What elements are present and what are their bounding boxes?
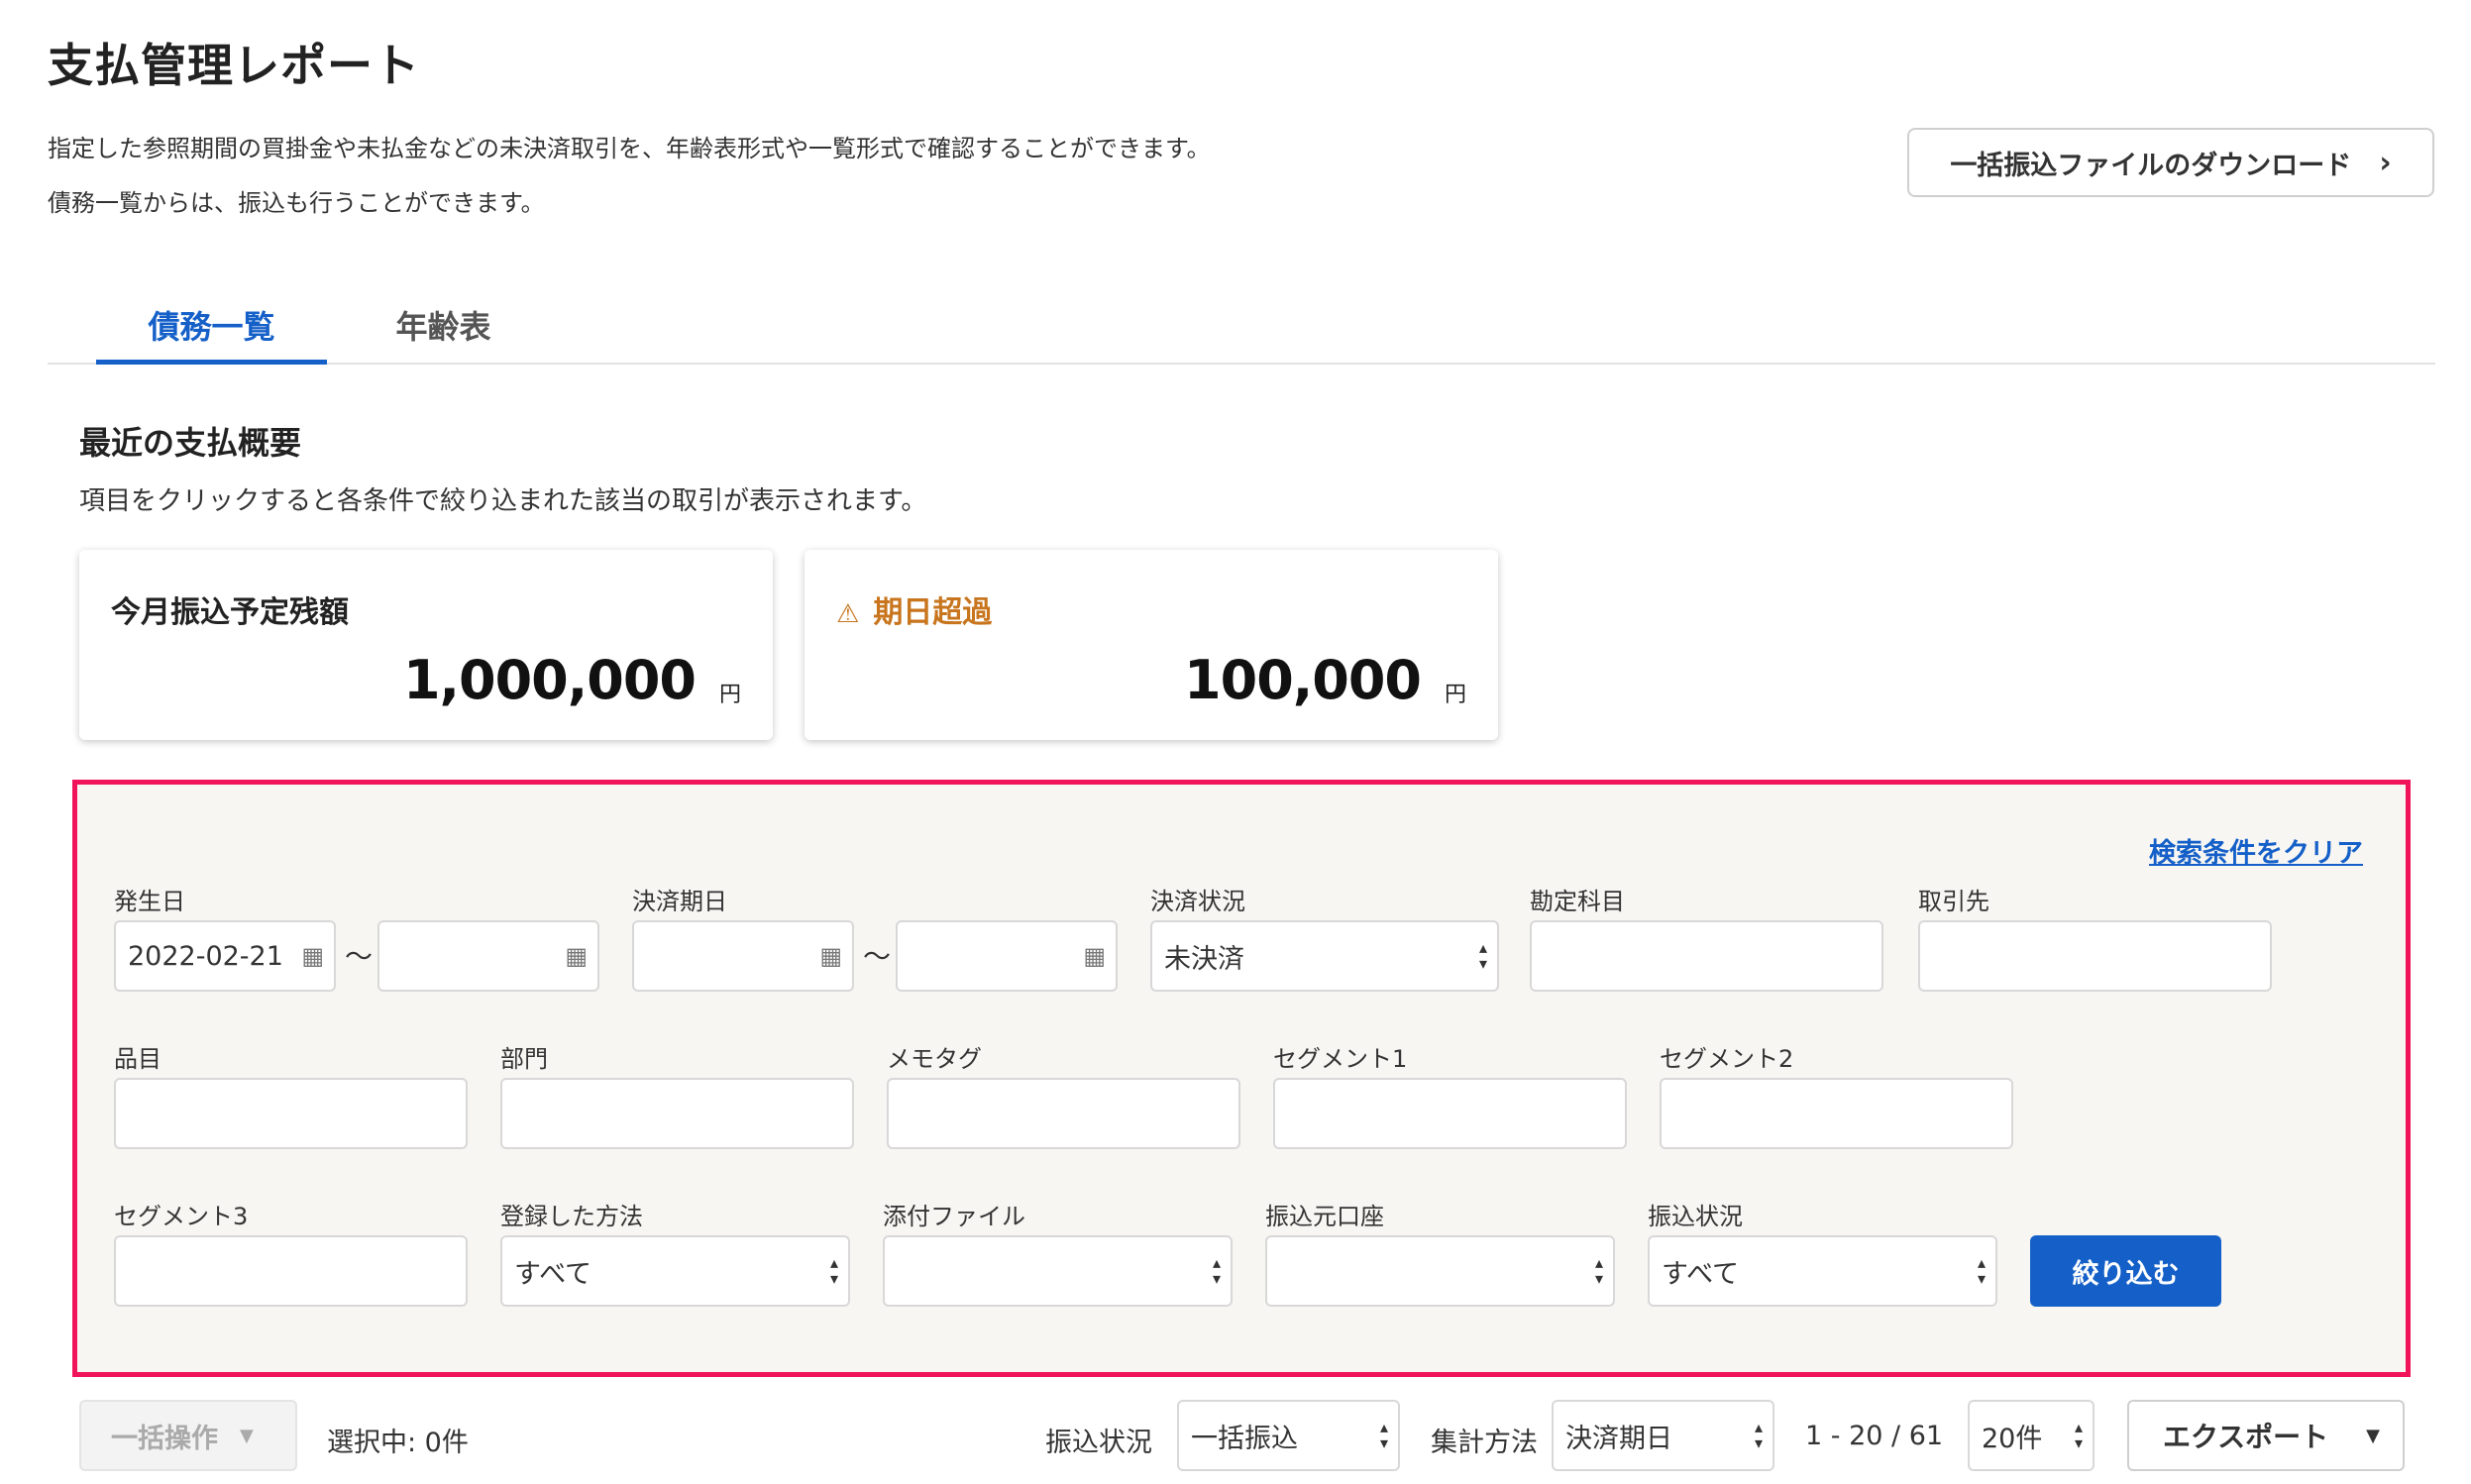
source-account-label: 振込元口座 [1265,1203,1384,1230]
calendar-icon: ▦ [565,942,588,970]
registration-method-label: 登録した方法 [500,1203,643,1230]
summary-card-overdue[interactable]: ⚠ 期日超過 100,000 円 [805,550,1498,740]
card-unit: 円 [1444,683,1466,707]
download-button-label: 一括振込ファイルのダウンロード [1950,150,2352,181]
segment1-input[interactable] [1273,1078,1627,1149]
attachment-select[interactable]: ▴ ▾ [883,1235,1233,1307]
settlement-status-label: 決済状況 [1150,888,1245,915]
bulk-action-button[interactable]: 一括操作 ▼ [79,1400,297,1471]
tab-debt-list[interactable]: 債務一覧 [96,302,327,348]
export-button[interactable]: エクスポート ▼ [2127,1400,2405,1471]
transfer-status-toolbar-select[interactable]: 一括振込 ▴ ▾ [1177,1400,1400,1471]
range-separator: 〜 [863,940,892,973]
item-input[interactable] [114,1078,468,1149]
tab-divider [48,363,2435,365]
due-date-label: 決済期日 [632,888,727,915]
select-arrows-icon: ▴ ▾ [1754,1418,1763,1452]
transfer-status-filter-label: 振込状況 [1045,1428,1152,1458]
memo-tag-label: メモタグ [887,1045,982,1073]
filter-panel: 検索条件をクリア 発生日 決済期日 決済状況 勘定科目 取引先 2022-02-… [72,780,2411,1377]
segment1-label: セグメント1 [1273,1045,1408,1073]
department-input[interactable] [500,1078,854,1149]
tab-aging[interactable]: 年齢表 [367,302,520,348]
pagination-info: 1 - 20 / 61 [1805,1421,1944,1451]
department-label: 部門 [500,1045,548,1073]
segment3-input[interactable] [114,1235,468,1307]
occurrence-date-to-input[interactable]: ▦ [377,920,599,992]
item-label: 品目 [114,1045,161,1073]
card-unit: 円 [718,683,741,707]
active-tab-indicator [96,360,327,365]
card-amount: 1,000,000 [402,649,697,711]
due-date-to-input[interactable]: ▦ [896,920,1118,992]
page-title: 支払管理レポート [48,39,420,92]
account-item-input[interactable] [1530,920,1883,992]
select-arrows-icon: ▴ ▾ [1594,1253,1603,1288]
page-description-line2: 債務一覧からは、振込も行うことができます。 [48,189,545,217]
attachment-label: 添付ファイル [883,1203,1025,1230]
calendar-icon: ▦ [301,942,324,970]
page-description-line1: 指定した参照期間の買掛金や未払金などの未決済取引を、年齢表形式や一覧形式で確認す… [48,135,1211,162]
segment3-label: セグメント3 [114,1203,249,1230]
partner-input[interactable] [1918,920,2272,992]
occurrence-date-label: 発生日 [114,888,185,915]
select-arrows-icon: ▴ ▾ [2074,1418,2083,1452]
account-item-label: 勘定科目 [1530,888,1625,915]
select-arrows-icon: ▴ ▾ [1212,1253,1221,1288]
summary-subtext: 項目をクリックすると各条件で絞り込まれた該当の取引が表示されます。 [79,486,927,516]
select-arrows-icon: ▴ ▾ [1977,1253,1986,1288]
clear-filters-link[interactable]: 検索条件をクリア [2149,831,2363,870]
caret-down-icon: ▼ [2366,1425,2381,1446]
segment2-label: セグメント2 [1660,1045,1794,1073]
transfer-status-label: 振込状況 [1648,1203,1743,1230]
summary-heading: 最近の支払概要 [79,424,302,462]
calendar-icon: ▦ [819,942,842,970]
memo-tag-input[interactable] [887,1078,1240,1149]
select-arrows-icon: ▴ ▾ [829,1253,838,1288]
due-date-from-input[interactable]: ▦ [632,920,854,992]
partner-label: 取引先 [1918,888,1989,915]
range-separator: 〜 [345,940,374,973]
settlement-status-select[interactable]: 未決済 ▴ ▾ [1150,920,1499,992]
select-arrows-icon: ▴ ▾ [1379,1418,1388,1452]
warning-icon: ⚠ [836,599,860,629]
segment2-input[interactable] [1660,1078,2013,1149]
bulk-transfer-download-button[interactable]: 一括振込ファイルのダウンロード › [1907,128,2434,197]
card-label: 今月振込予定残額 [111,595,349,630]
chevron-right-icon: › [2379,145,2392,180]
card-label: 期日超過 [873,595,993,630]
occurrence-date-from-input[interactable]: 2022-02-21 ▦ [114,920,336,992]
aggregation-label: 集計方法 [1431,1428,1538,1458]
apply-filter-button[interactable]: 絞り込む [2030,1235,2221,1307]
aggregation-select[interactable]: 決済期日 ▴ ▾ [1552,1400,1774,1471]
registration-method-select[interactable]: すべて ▴ ▾ [500,1235,850,1307]
transfer-status-select[interactable]: すべて ▴ ▾ [1648,1235,1997,1307]
calendar-icon: ▦ [1083,942,1106,970]
select-arrows-icon: ▴ ▾ [1478,938,1487,973]
source-account-select[interactable]: ▴ ▾ [1265,1235,1615,1307]
card-amount: 100,000 [1184,649,1422,711]
caret-down-icon: ▼ [240,1425,254,1446]
selected-count: 選択中: 0件 [327,1428,469,1458]
per-page-select[interactable]: 20件 ▴ ▾ [1968,1400,2095,1471]
summary-card-scheduled[interactable]: 今月振込予定残額 1,000,000 円 [79,550,773,740]
